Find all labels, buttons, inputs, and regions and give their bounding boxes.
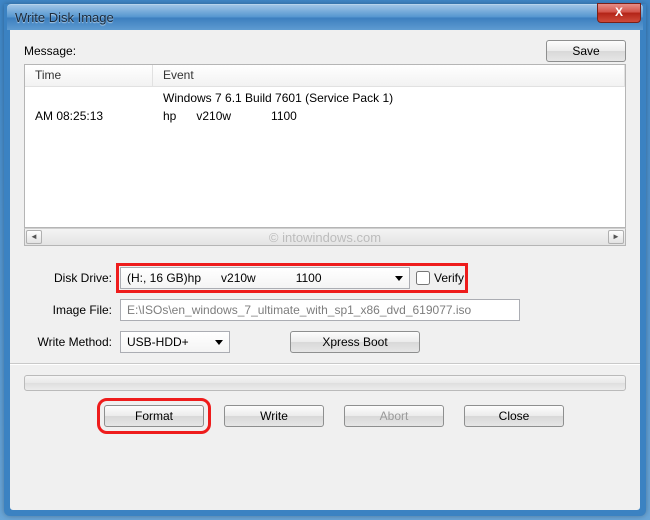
save-button[interactable]: Save xyxy=(546,40,626,62)
verify-checkbox[interactable] xyxy=(416,271,430,285)
list-header: Time Event xyxy=(25,65,625,87)
titlebar[interactable]: Write Disk Image X xyxy=(7,4,643,30)
disk-drive-select[interactable]: (H:, 16 GB)hp v210w 1100 xyxy=(120,267,410,289)
write-method-label: Write Method: xyxy=(24,335,120,349)
xpress-boot-button[interactable]: Xpress Boot xyxy=(290,331,420,353)
col-time[interactable]: Time xyxy=(25,65,153,86)
format-button[interactable]: Format xyxy=(104,405,204,427)
client-area: Message: Save Time Event Windows 7 6.1 B… xyxy=(10,30,640,510)
divider xyxy=(10,363,640,365)
abort-button[interactable]: Abort xyxy=(344,405,444,427)
write-button[interactable]: Write xyxy=(224,405,324,427)
scroll-right-icon[interactable]: ► xyxy=(608,230,624,244)
progress-bar xyxy=(24,375,626,391)
list-row[interactable]: Windows 7 6.1 Build 7601 (Service Pack 1… xyxy=(25,89,625,107)
window-title: Write Disk Image xyxy=(15,10,114,25)
event-list[interactable]: Time Event Windows 7 6.1 Build 7601 (Ser… xyxy=(24,64,626,228)
list-row[interactable]: AM 08:25:13 hp v210w 1100 xyxy=(25,107,625,125)
close-icon[interactable]: X xyxy=(597,3,641,23)
image-file-field[interactable]: E:\ISOs\en_windows_7_ultimate_with_sp1_x… xyxy=(120,299,520,321)
horizontal-scrollbar[interactable]: ◄ ► xyxy=(24,228,626,246)
close-button[interactable]: Close xyxy=(464,405,564,427)
write-method-select[interactable]: USB-HDD+ xyxy=(120,331,230,353)
scroll-left-icon[interactable]: ◄ xyxy=(26,230,42,244)
disk-drive-label: Disk Drive: xyxy=(24,271,120,285)
verify-label: Verify xyxy=(434,271,464,285)
col-event[interactable]: Event xyxy=(153,65,625,86)
message-label: Message: xyxy=(24,44,76,58)
image-file-label: Image File: xyxy=(24,303,120,317)
window: Write Disk Image X Message: Save Time Ev… xyxy=(4,4,646,516)
